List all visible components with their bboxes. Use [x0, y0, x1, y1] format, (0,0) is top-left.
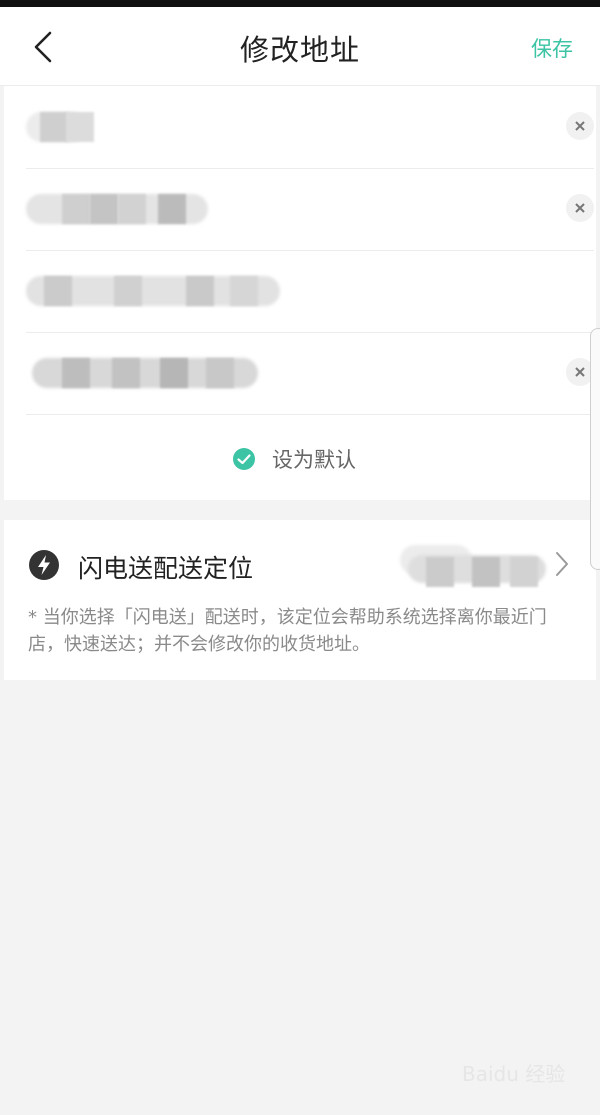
status-bar [0, 0, 600, 7]
save-button[interactable]: 保存 [531, 33, 573, 63]
delivery-note: * 当你选择「闪电送」配送时，该定位会帮助系统选择离你最近门店，快速送达；并不会… [28, 607, 547, 655]
default-row: 设为默认 [4, 416, 596, 500]
region-field-row [26, 250, 594, 333]
default-label: 设为默认 [272, 448, 356, 472]
name-field-row [26, 86, 594, 169]
clear-phone-button[interactable] [566, 194, 594, 222]
delivery-location-value[interactable] [400, 545, 546, 587]
set-default-toggle[interactable]: 设为默认 [232, 444, 356, 474]
address-detail-field[interactable] [26, 358, 266, 388]
scroll-handle[interactable] [590, 328, 600, 570]
address-form: 设为默认 [4, 86, 596, 500]
close-icon [575, 203, 585, 213]
region-field[interactable] [26, 276, 286, 306]
close-icon [575, 121, 585, 131]
phone-field-row [26, 168, 594, 251]
phone-field[interactable] [26, 194, 216, 224]
clear-name-button[interactable] [566, 112, 594, 140]
name-field[interactable] [26, 112, 106, 142]
check-circle-icon [233, 448, 255, 470]
lightning-bolt-icon [29, 550, 59, 580]
nav-header: 修改地址 保存 [0, 7, 600, 86]
delivery-location-card: 闪电送配送定位 * 当你选择「闪电送」配送时，该定位会帮助系统选择离你最近门店，… [4, 520, 596, 680]
page-title: 修改地址 [239, 33, 360, 67]
delivery-location-label: 闪电送配送定位 [78, 554, 254, 583]
watermark: Baidu 经验 [462, 1062, 566, 1086]
chevron-right-icon[interactable] [554, 550, 570, 578]
address-detail-row [26, 332, 594, 415]
